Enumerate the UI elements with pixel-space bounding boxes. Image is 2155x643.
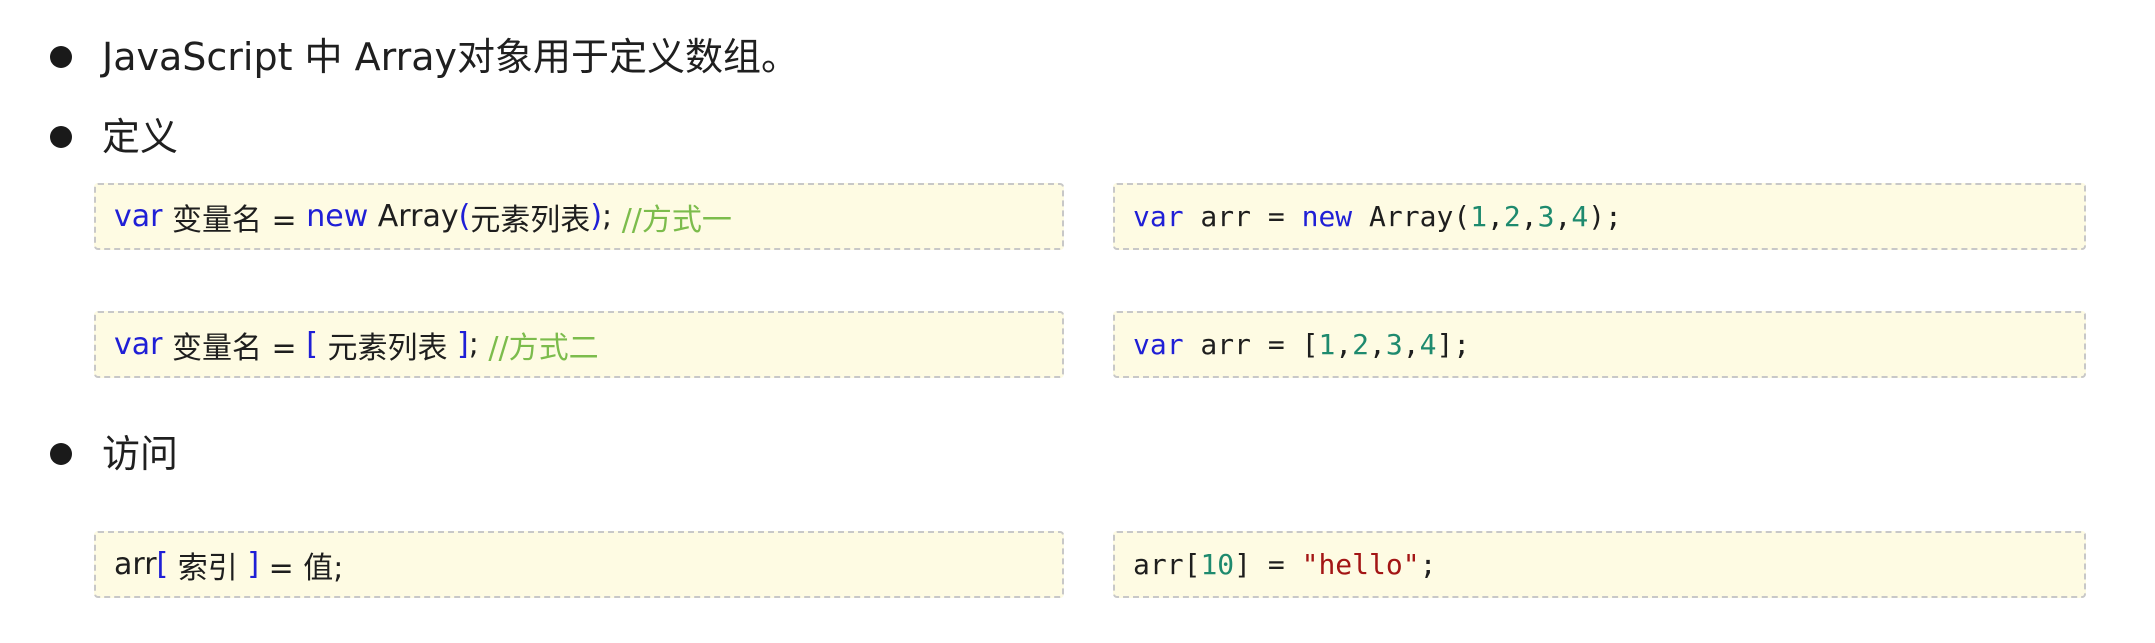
comma: , [1402, 328, 1420, 361]
code-text: ); [1588, 200, 1622, 233]
number-literal: 1 [1318, 328, 1336, 361]
access-heading: 访问 [102, 432, 179, 476]
bullet-dot-access [50, 443, 72, 465]
code-text: arr = [ [1183, 328, 1319, 361]
comma: , [1335, 328, 1353, 361]
syntax-box-access: arr[ 索引 ] = 值; [94, 531, 1064, 598]
syntax-box-method1: var 变量名 = new Array(元素列表); //方式一 [94, 183, 1064, 250]
number-literal: 3 [1385, 328, 1403, 361]
semicolon: ; [468, 327, 489, 362]
comment-method2: //方式二 [488, 330, 599, 366]
close-bracket: ] [247, 547, 260, 582]
syntax-box-method2: var 变量名 = [ 元素列表 ]; //方式二 [94, 311, 1064, 378]
keyword-new: new [1301, 200, 1353, 233]
code-text: ; [1419, 548, 1437, 581]
open-bracket: [ [306, 327, 318, 362]
open-paren: ( [458, 199, 471, 234]
array-text: Array [368, 199, 459, 234]
comma: , [1487, 200, 1504, 233]
arr-text: arr [114, 547, 157, 582]
code-text: ] = [1234, 548, 1302, 581]
close-paren: ) [590, 199, 603, 234]
var-name-text: 变量名 = [162, 330, 307, 366]
number-literal: 10 [1200, 548, 1235, 581]
define-heading: 定义 [102, 115, 179, 159]
comment-method1: //方式一 [621, 202, 732, 238]
keyword-new: new [306, 199, 369, 234]
code-text: arr[ [1133, 548, 1201, 581]
index-text: 索引 [168, 550, 248, 586]
example-box-2: var arr = [1, 2, 3, 4]; [1113, 311, 2086, 378]
keyword-var: var [114, 199, 163, 234]
comma: , [1520, 200, 1538, 233]
example-box-1: var arr = new Array(1, 2, 3, 4); [1113, 183, 2086, 250]
keyword-var: var [1133, 328, 1184, 361]
code-text: ]; [1436, 328, 1471, 361]
comma: , [1554, 200, 1572, 233]
keyword-var: var [1133, 200, 1184, 233]
keyword-var: var [114, 327, 163, 362]
code-text: Array( [1352, 200, 1471, 233]
number-literal: 4 [1419, 328, 1437, 361]
semicolon: ; [602, 199, 622, 234]
close-bracket: ] [457, 327, 469, 362]
number-literal: 1 [1470, 200, 1488, 233]
assign-text: = 值; [259, 550, 344, 586]
number-literal: 2 [1503, 200, 1521, 233]
example-box-3: arr[10] = "hello"; [1113, 531, 2086, 598]
number-literal: 2 [1352, 328, 1370, 361]
elements-text: 元素列表 [317, 330, 458, 366]
string-literal: "hello" [1301, 548, 1420, 581]
bullet-dot-define [50, 126, 72, 148]
elements-text: 元素列表 [470, 202, 591, 238]
code-text: arr = [1183, 200, 1302, 233]
number-literal: 4 [1571, 200, 1589, 233]
number-literal: 3 [1537, 200, 1555, 233]
open-bracket: [ [156, 547, 169, 582]
bullet-dot-intro [50, 46, 72, 68]
comma: , [1369, 328, 1386, 361]
intro-text: JavaScript 中 Array对象用于定义数组。 [102, 35, 799, 79]
var-name-text: 变量名 = [162, 202, 307, 238]
